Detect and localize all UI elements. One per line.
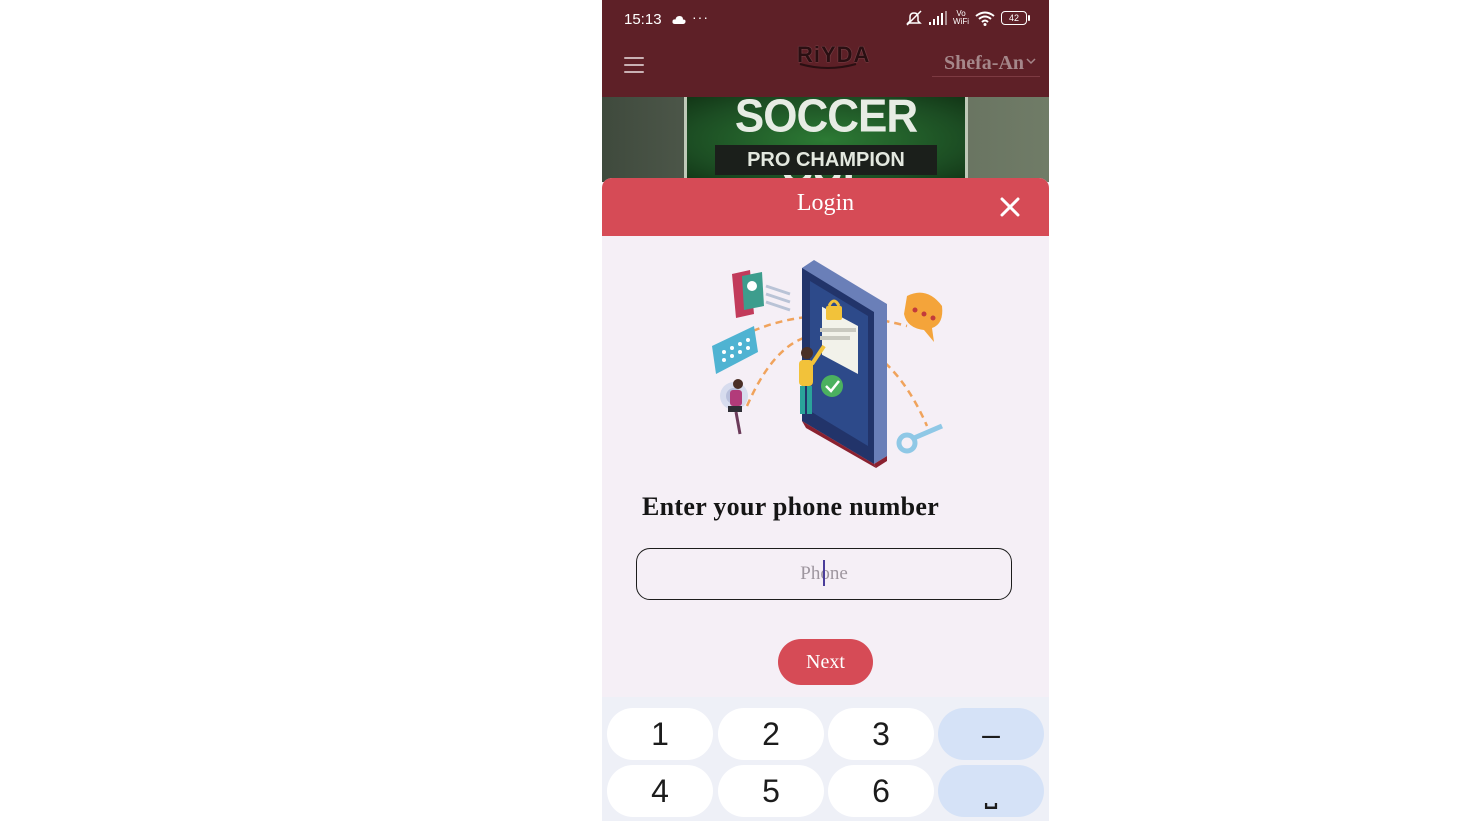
key-4[interactable]: 4 bbox=[607, 765, 713, 817]
chevron-down-icon bbox=[1026, 58, 1036, 65]
key-5[interactable]: 5 bbox=[718, 765, 824, 817]
vowifi-label: Vo WiFi bbox=[953, 9, 969, 26]
battery-icon: 42 bbox=[1001, 11, 1030, 25]
banner-card: SOCCER CUP PRO CHAMPION LEAGUE bbox=[684, 91, 968, 201]
menu-icon[interactable] bbox=[624, 57, 644, 78]
login-modal: Login Enter your phone number Phone Next… bbox=[602, 178, 1049, 821]
wifi-icon bbox=[975, 11, 995, 26]
status-icons: Vo WiFi 42 bbox=[905, 9, 1030, 26]
status-time: 15:13 bbox=[624, 11, 662, 28]
banner-subtitle: PRO CHAMPION LEAGUE bbox=[715, 145, 937, 201]
status-more: ··· bbox=[692, 9, 709, 25]
language-value: Shefa-An bbox=[944, 52, 1024, 74]
key-1[interactable]: 1 bbox=[607, 708, 713, 760]
key-dash[interactable]: – bbox=[938, 708, 1044, 760]
phone-prompt: Enter your phone number bbox=[642, 492, 940, 521]
mute-icon bbox=[906, 10, 922, 26]
close-icon[interactable] bbox=[999, 196, 1021, 218]
signal-icon bbox=[929, 11, 947, 25]
language-select[interactable]: Shefa-An bbox=[932, 52, 1040, 77]
promo-banner: SOCCER CUP PRO CHAMPION LEAGUE bbox=[602, 91, 1049, 201]
key-3[interactable]: 3 bbox=[828, 708, 934, 760]
numeric-keyboard: 1 2 3 – 4 5 6 ⎵ bbox=[602, 697, 1049, 821]
app-screen: 15:13 ··· Vo WiFi 42 RiYDA Shefa-An SOCC… bbox=[602, 0, 1049, 821]
key-6[interactable]: 6 bbox=[828, 765, 934, 817]
modal-header: Login bbox=[602, 178, 1049, 236]
text-caret bbox=[823, 560, 825, 586]
app-header: 15:13 ··· Vo WiFi 42 RiYDA Shefa-An bbox=[602, 0, 1049, 97]
next-button[interactable]: Next bbox=[778, 639, 873, 685]
key-space[interactable]: ⎵ bbox=[938, 765, 1044, 817]
key-2[interactable]: 2 bbox=[718, 708, 824, 760]
modal-title: Login bbox=[796, 190, 855, 216]
security-illustration bbox=[712, 260, 943, 468]
cloud-icon bbox=[672, 16, 686, 24]
brand-swoosh bbox=[799, 63, 857, 69]
